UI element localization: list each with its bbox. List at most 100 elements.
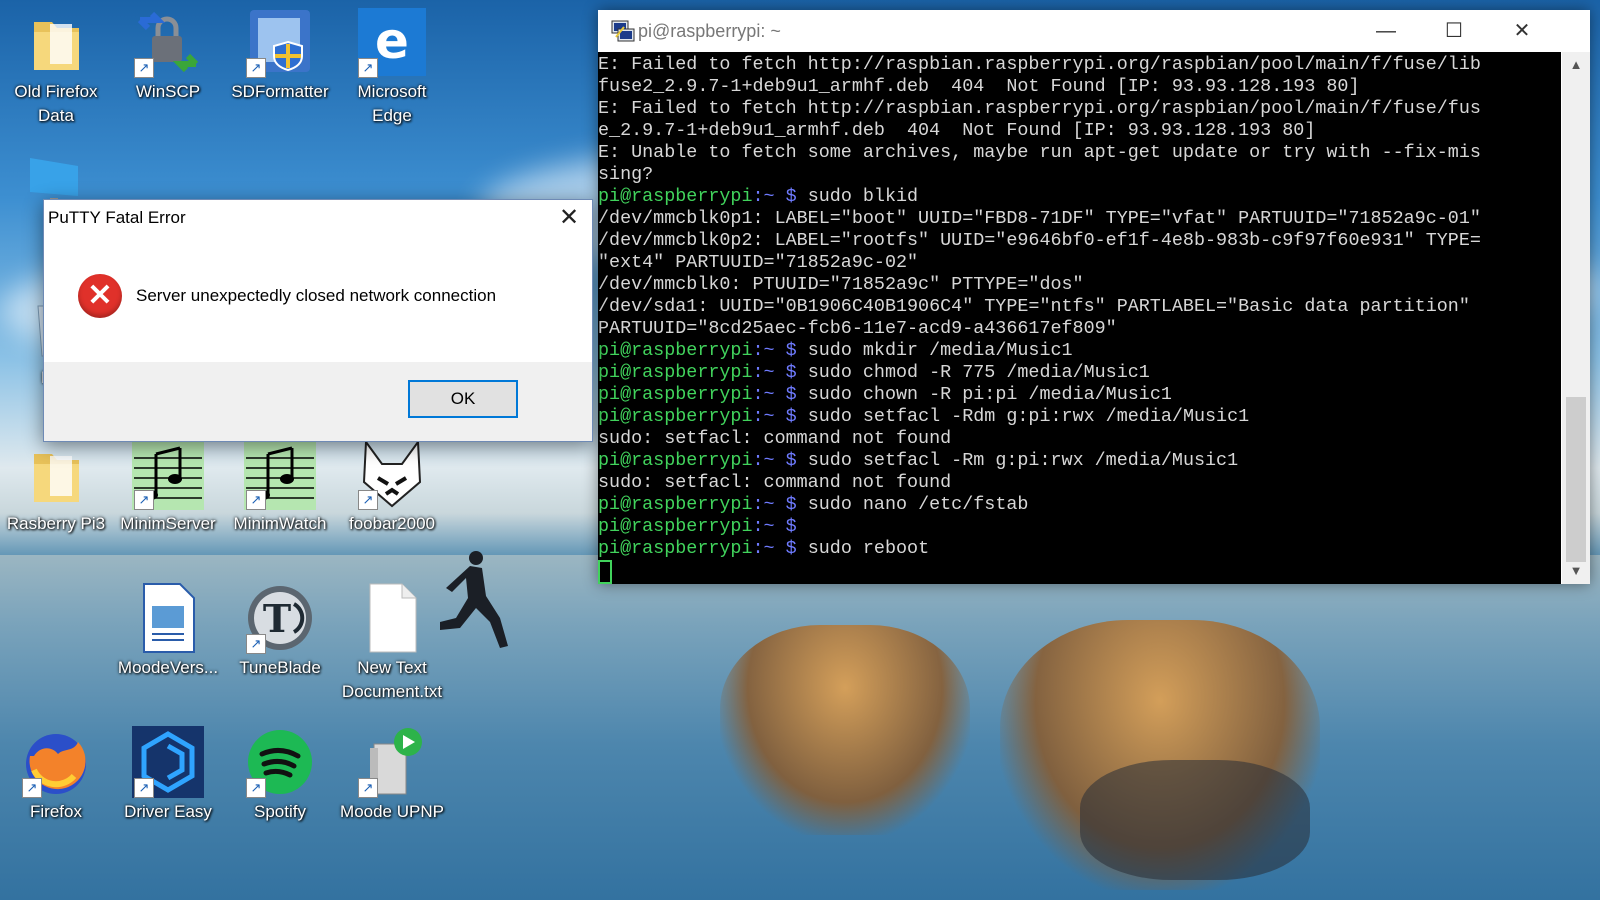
output-text: e_2.9.7-1+deb9u1_armhf.deb 404 Not Found… [598,120,1316,141]
prompt-user-host: pi@raspberrypi [598,494,753,515]
desktop-icon[interactable]: ↗ MinimWatch [224,438,336,536]
shortcut-arrow-icon: ↗ [134,778,154,798]
output-text: PARTUUID="8cd25aec-fcb6-11e7-acd9-a43661… [598,318,1117,339]
desktop-icon-label: Moode UPNP [340,802,444,821]
terminal-line: "ext4" PARTUUID="71852a9c-02" [598,252,918,273]
desktop-icon[interactable]: ↗ foobar2000 [336,438,448,536]
desktop-icon[interactable]: ↗ MinimServer [112,438,224,536]
prompt-user-host: pi@raspberrypi [598,450,753,471]
terminal-line: pi@raspberrypi:~ $ sudo blkid [598,186,918,207]
desktop-icon[interactable]: MoodeVers... [112,582,224,680]
close-button[interactable]: ✕ [1488,10,1556,52]
terminal-line: sudo: setfacl: command not found [598,428,951,449]
desktop-icon[interactable]: T ↗ TuneBlade [224,582,336,680]
desktop-icon[interactable]: ↗ Firefox [0,726,112,824]
desktop-icon[interactable]: e ↗ Microsoft Edge [336,6,448,128]
terminal-scrollbar[interactable]: ▲ ▼ [1562,52,1590,584]
terminal-line: sing? [598,164,653,185]
terminal-line: pi@raspberrypi:~ $ sudo chmod -R 775 /me… [598,362,1150,383]
desktop-icon[interactable]: ↗ SDFormatter [224,6,336,104]
svg-text:e: e [375,12,409,70]
putty-fatal-error-dialog[interactable]: PuTTY Fatal Error ✕ ✕ Server unexpectedl… [43,199,593,442]
scroll-thumb[interactable] [1566,397,1586,562]
desktop-icon-label: MinimWatch [233,514,327,533]
output-text: fuse2_2.9.7-1+deb9u1_armhf.deb 404 Not F… [598,76,1360,97]
shortcut-arrow-icon: ↗ [134,58,154,78]
desktop-icon-label: Driver Easy [124,802,212,821]
terminal-titlebar[interactable]: pi@raspberrypi: ~ — ☐ ✕ [598,10,1590,52]
output-text: /dev/sda1: UUID="0B1906C40B1906C4" TYPE=… [598,296,1470,317]
output-text: E: Failed to fetch http://raspbian.raspb… [598,98,1481,119]
error-message: Server unexpectedly closed network conne… [136,286,497,305]
shortcut-arrow-icon: ↗ [246,778,266,798]
terminal-line: /dev/sda1: UUID="0B1906C40B1906C4" TYPE=… [598,296,1470,317]
desktop-icon[interactable]: New Text Document.txt [336,582,448,704]
terminal-line: pi@raspberrypi:~ $ sudo reboot [598,538,929,559]
shortcut-arrow-icon: ↗ [246,490,266,510]
terminal-line: pi@raspberrypi:~ $ sudo setfacl -Rdm g:p… [598,406,1249,427]
sdformatter-icon: ↗ [244,6,316,78]
terminal-output[interactable]: E: Failed to fetch http://raspbian.raspb… [598,52,1561,584]
output-text: sudo: setfacl: command not found [598,472,952,493]
prompt-user-host: pi@raspberrypi [598,516,753,537]
shortcut-arrow-icon: ↗ [246,58,266,78]
shortcut-arrow-icon: ↗ [358,490,378,510]
prompt-symbol: $ [774,450,797,471]
output-text: /dev/mmcblk0p1: LABEL="boot" UUID="FBD8-… [598,208,1481,229]
output-text: E: Unable to fetch some archives, maybe … [598,142,1481,163]
desktop-icon-label: Firefox [30,802,82,821]
scroll-down-arrow-icon[interactable]: ▼ [1562,558,1590,584]
command-text: sudo setfacl -Rm g:pi:rwx /media/Music1 [796,450,1239,471]
dialog-body: ✕ Server unexpectedly closed network con… [44,238,592,362]
prompt-user-host: pi@raspberrypi [598,406,753,427]
minimize-button[interactable]: — [1352,10,1420,52]
firefox-icon: ↗ [20,726,92,798]
foobar-icon: ↗ [356,438,428,510]
desktop-icon-label: New Text Document.txt [341,658,443,701]
prompt-user-host: pi@raspberrypi [598,538,753,559]
terminal-line: pi@raspberrypi:~ $ sudo setfacl -Rm g:pi… [598,450,1238,471]
folder-icon [20,6,92,78]
svg-text:T: T [263,596,291,641]
drivereasy-icon: ↗ [132,726,204,798]
desktop-icon[interactable]: Rasberry Pi3 [0,438,112,536]
shortcut-arrow-icon: ↗ [134,490,154,510]
dialog-title: PuTTY Fatal Error [48,208,186,227]
putty-terminal-window[interactable]: pi@raspberrypi: ~ — ☐ ✕ E: Failed to fet… [598,10,1590,584]
terminal-line [598,560,612,584]
desktop-icon[interactable]: Old Firefox Data [0,6,112,128]
dialog-footer: OK [44,362,592,441]
desktop-icon[interactable]: ↗ Moode UPNP [336,726,448,824]
dialog-titlebar[interactable]: PuTTY Fatal Error ✕ [44,200,592,238]
maximize-button[interactable]: ☐ [1420,10,1488,52]
prompt-user-host: pi@raspberrypi [598,362,753,383]
shortcut-arrow-icon: ↗ [246,634,266,654]
prompt-symbol: $ [774,406,797,427]
shortcut-arrow-icon: ↗ [358,58,378,78]
scroll-up-arrow-icon[interactable]: ▲ [1562,52,1590,78]
terminal-title: pi@raspberrypi: ~ [638,21,781,41]
upnp-icon: ↗ [356,726,428,798]
prompt-path: :~ [752,384,775,405]
terminal-line: e_2.9.7-1+deb9u1_armhf.deb 404 Not Found… [598,120,1315,141]
desktop-icon[interactable]: ↗ WinSCP [112,6,224,104]
dialog-close-icon[interactable]: ✕ [554,203,584,233]
desktop-icon-label: WinSCP [135,82,201,101]
output-text: sing? [598,164,654,185]
desktop-icon[interactable]: ↗ Spotify [224,726,336,824]
music-score-icon: ↗ [244,438,316,510]
desktop-icon[interactable]: ↗ Driver Easy [112,726,224,824]
output-text: E: Failed to fetch http://raspbian.raspb… [598,54,1481,75]
winscp-icon: ↗ [132,6,204,78]
shortcut-arrow-icon: ↗ [22,778,42,798]
output-text: /dev/mmcblk0p2: LABEL="rootfs" UUID="e96… [598,230,1481,251]
edge-icon: e ↗ [356,6,428,78]
command-text: sudo setfacl -Rdm g:pi:rwx /media/Music1 [796,406,1250,427]
desktop-icon-label: Old Firefox Data [14,82,98,125]
output-text: /dev/mmcblk0: PTUUID="71852a9c" PTTYPE="… [598,274,1084,295]
terminal-line: pi@raspberrypi:~ $ sudo chown -R pi:pi /… [598,384,1172,405]
terminal-cursor [598,560,612,584]
prompt-path: :~ [752,406,775,427]
error-icon: ✕ [78,274,122,318]
ok-button[interactable]: OK [408,380,518,418]
